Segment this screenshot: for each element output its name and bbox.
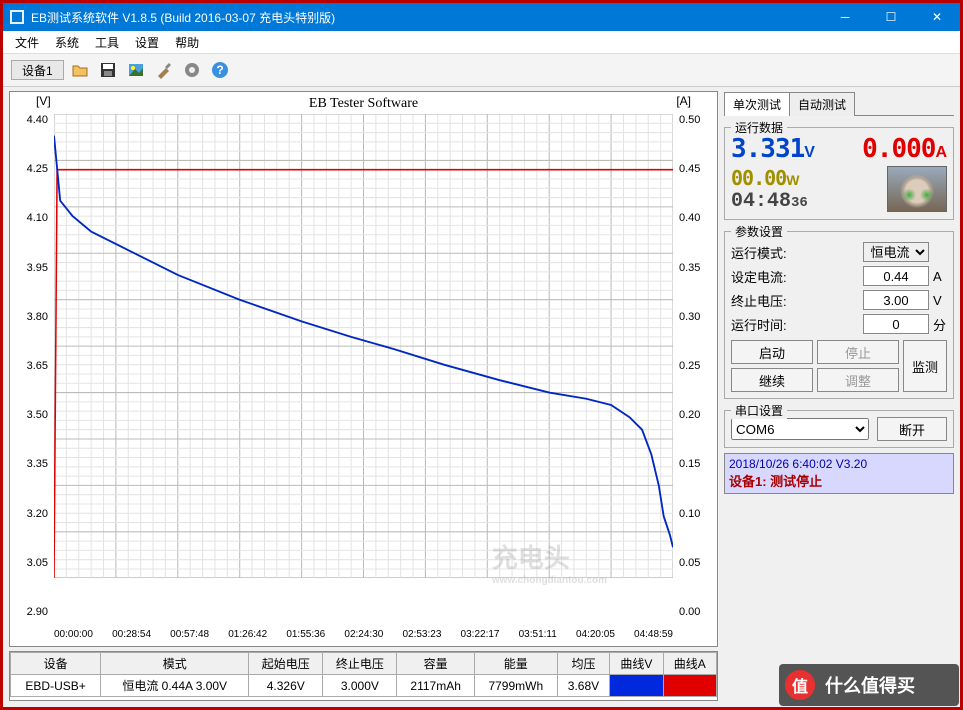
menu-settings[interactable]: 设置	[127, 32, 167, 53]
y2-ticks: 0.500.450.400.350.300.250.200.150.100.05…	[675, 114, 711, 618]
mode-select[interactable]: 恒电流	[863, 242, 929, 262]
param-settings-panel: 参数设置 运行模式: 恒电流 设定电流: A 终止电压:	[724, 231, 954, 399]
y1-ticks: 4.404.254.103.953.803.653.503.353.203.05…	[16, 114, 52, 618]
runtime-data-panel: 运行数据 3.331V 0.000A 00.00W 04:4836	[724, 127, 954, 220]
tab-single-test[interactable]: 单次测试	[724, 92, 790, 116]
x-ticks: 00:00:0000:28:5400:57:4801:26:4201:55:36…	[54, 629, 673, 640]
status-line-2: 设备1: 测试停止	[729, 471, 949, 490]
stop-button[interactable]: 停止	[817, 340, 899, 364]
save-icon[interactable]	[96, 58, 120, 82]
menu-tools[interactable]: 工具	[87, 32, 127, 53]
y1-axis-label: [V]	[36, 94, 51, 108]
chart-plot-area	[54, 114, 673, 578]
continue-button[interactable]: 继续	[731, 368, 813, 392]
voltage-value: 3.331	[731, 134, 804, 164]
chart: EB Tester Software [V] [A] ZKETECH 4.404…	[9, 91, 718, 647]
chart-watermark: 充电头 www.chongdiantou.com	[492, 538, 607, 586]
set-current-label: 设定电流:	[731, 267, 787, 286]
start-button[interactable]: 启动	[731, 340, 813, 364]
end-voltage-label: 终止电压:	[731, 291, 787, 310]
toolbar: 设备1 ?	[3, 53, 960, 87]
open-icon[interactable]	[68, 58, 92, 82]
end-voltage-input[interactable]	[863, 290, 929, 310]
titlebar: EB测试系统软件 V1.8.5 (Build 2016-03-07 充电头特别版…	[3, 3, 960, 31]
side-tabs: 单次测试 自动测试	[724, 91, 954, 116]
power-value: 00.00	[731, 166, 786, 190]
runtime-label: 运行时间:	[731, 315, 787, 334]
device-tab[interactable]: 设备1	[11, 60, 64, 80]
status-image	[887, 166, 947, 212]
set-current-input[interactable]	[863, 266, 929, 286]
disconnect-button[interactable]: 断开	[877, 417, 947, 441]
menu-help[interactable]: 帮助	[167, 32, 207, 53]
menu-file[interactable]: 文件	[7, 32, 47, 53]
window-title: EB测试系统软件 V1.8.5 (Build 2016-03-07 充电头特别版…	[31, 9, 335, 26]
runtime-input[interactable]	[863, 314, 929, 334]
y2-axis-label: [A]	[676, 94, 691, 108]
app-icon	[9, 9, 25, 25]
elapsed-time: 04:4836	[731, 190, 808, 213]
site-logo: 什么值得买	[779, 664, 959, 706]
close-button[interactable]: ✕	[914, 3, 960, 31]
help-icon[interactable]: ?	[208, 58, 232, 82]
picture-icon[interactable]	[124, 58, 148, 82]
result-table: 设备模式起始电压终止电压容量能量均压曲线V曲线A EBD-USB+恒电流 0.4…	[9, 651, 718, 701]
menubar: 文件 系统 工具 设置 帮助	[3, 31, 960, 53]
mode-label: 运行模式:	[731, 243, 787, 262]
serial-settings-panel: 串口设置 COM6 断开	[724, 410, 954, 448]
status-line-1: 2018/10/26 6:40:02 V3.20	[729, 457, 949, 471]
current-value: 0.000	[862, 134, 935, 164]
menu-system[interactable]: 系统	[47, 32, 87, 53]
status-box: 2018/10/26 6:40:02 V3.20 设备1: 测试停止	[724, 453, 954, 494]
monitor-button[interactable]: 监测	[903, 340, 947, 392]
com-port-select[interactable]: COM6	[731, 418, 869, 440]
chart-title: EB Tester Software	[10, 96, 717, 112]
tab-auto-test[interactable]: 自动测试	[789, 92, 855, 116]
adjust-button[interactable]: 调整	[817, 368, 899, 392]
svg-text:?: ?	[216, 63, 223, 77]
minimize-button[interactable]: ─	[822, 3, 868, 31]
maximize-button[interactable]: ☐	[868, 3, 914, 31]
gear-icon[interactable]	[180, 58, 204, 82]
tools-icon[interactable]	[152, 58, 176, 82]
